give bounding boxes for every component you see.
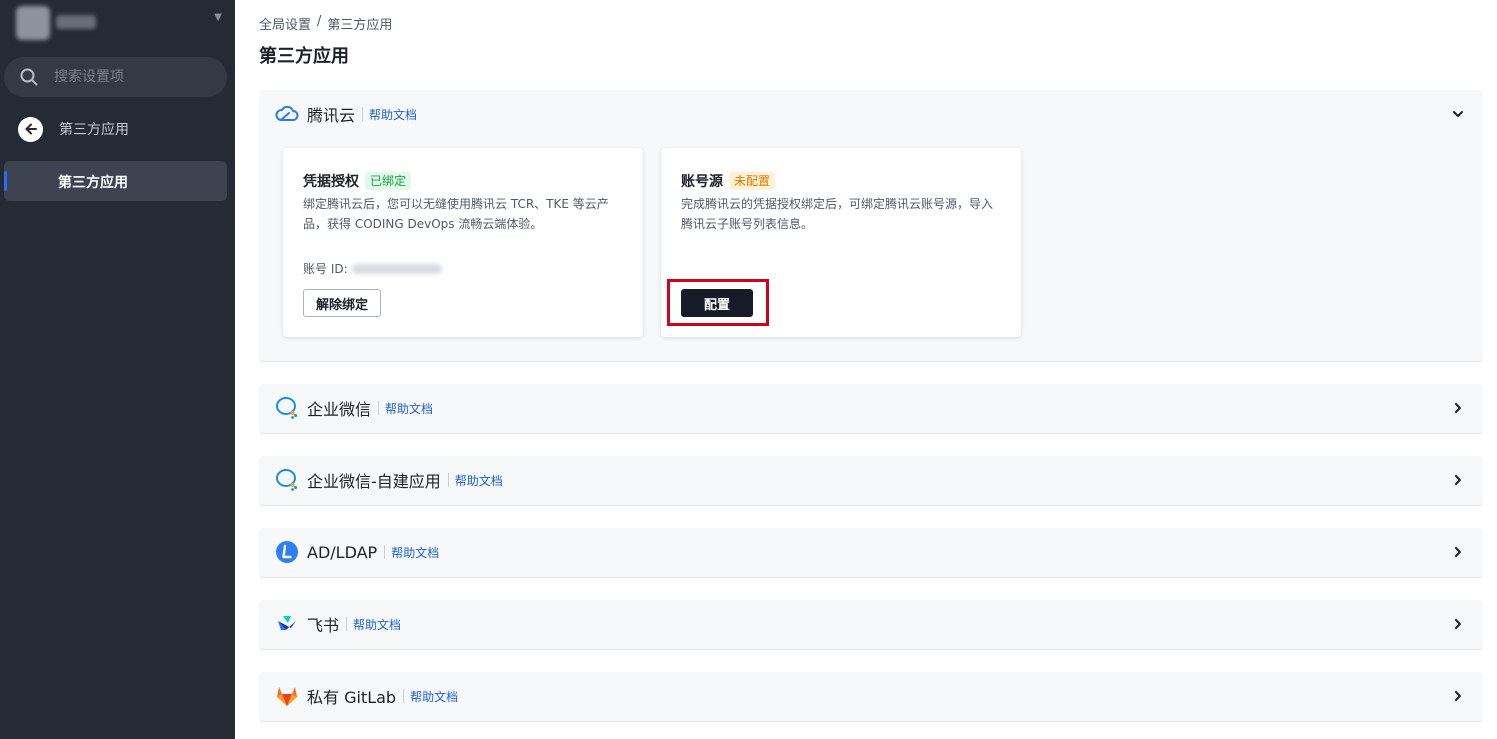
section-header[interactable]: AD/LDAP 帮助文档 bbox=[259, 528, 1483, 576]
divider bbox=[378, 401, 380, 415]
account-source-card: 账号源 未配置 完成腾讯云的凭据授权绑定后，可绑定腾讯云账号源，导入腾讯云子账号… bbox=[661, 148, 1021, 337]
sidebar-item-third-party-apps[interactable]: 第三方应用 bbox=[4, 161, 227, 201]
credential-card: 凭据授权 已绑定 绑定腾讯云后，您可以无缝使用腾讯云 TCR、TKE 等云产品，… bbox=[283, 148, 643, 337]
divider bbox=[362, 107, 364, 121]
arrow-left-icon bbox=[18, 116, 43, 142]
search-icon bbox=[20, 68, 38, 86]
section-title: 私有 GitLab bbox=[307, 688, 397, 707]
section-wecom: 企业微信 帮助文档 bbox=[259, 384, 1483, 434]
divider bbox=[447, 473, 449, 487]
section-tencent-cloud: 腾讯云 帮助文档 凭据授权 已绑定 绑定腾讯云后，您可以无缝使用腾讯云 TCR、… bbox=[259, 90, 1483, 362]
caret-down-icon: ▼ bbox=[214, 12, 222, 23]
team-switcher[interactable]: ▼ bbox=[12, 6, 222, 40]
section-title: 飞书 bbox=[307, 616, 340, 635]
help-docs-link[interactable]: 帮助文档 bbox=[410, 688, 458, 705]
section-wecom-custom: 企业微信-自建应用 帮助文档 bbox=[259, 456, 1483, 506]
chevron-right-icon[interactable] bbox=[1451, 473, 1465, 487]
section-gitlab: 私有 GitLab 帮助文档 bbox=[259, 672, 1483, 722]
unbind-button[interactable]: 解除绑定 bbox=[303, 289, 381, 317]
help-docs-link[interactable]: 帮助文档 bbox=[369, 106, 417, 123]
status-badge: 未配置 bbox=[729, 172, 776, 190]
chevron-right-icon[interactable] bbox=[1451, 617, 1465, 631]
section-title: 企业微信 bbox=[307, 400, 372, 419]
chevron-right-icon[interactable] bbox=[1451, 689, 1465, 703]
card-title: 账号源 bbox=[681, 174, 723, 190]
breadcrumb-root[interactable]: 全局设置 bbox=[259, 14, 311, 33]
card-title-row: 账号源 未配置 bbox=[681, 171, 776, 191]
back-label: 第三方应用 bbox=[59, 122, 129, 138]
account-id: 账号 ID: bbox=[303, 260, 442, 277]
configure-button[interactable]: 配置 bbox=[681, 289, 753, 317]
breadcrumb-separator: / bbox=[317, 14, 322, 29]
card-description: 完成腾讯云的凭据授权绑定后，可绑定腾讯云账号源，导入腾讯云子账号列表信息。 bbox=[681, 197, 994, 231]
status-badge: 已绑定 bbox=[365, 172, 412, 190]
divider bbox=[403, 689, 405, 703]
card-title: 凭据授权 bbox=[303, 174, 359, 190]
section-title: 企业微信-自建应用 bbox=[307, 472, 441, 491]
ldap-icon bbox=[275, 540, 299, 564]
section-title: 腾讯云 bbox=[307, 106, 356, 125]
back-button[interactable]: 第三方应用 bbox=[18, 116, 129, 142]
wecom-icon bbox=[275, 396, 299, 420]
sidebar: ▼ 第三方应用 第三方应用 bbox=[0, 0, 235, 739]
chevron-down-icon[interactable] bbox=[1451, 107, 1465, 121]
section-header[interactable]: 私有 GitLab 帮助文档 bbox=[259, 672, 1483, 720]
page-title: 第三方应用 bbox=[259, 46, 349, 67]
account-id-label: 账号 ID: bbox=[303, 262, 348, 276]
section-header[interactable]: 企业微信-自建应用 帮助文档 bbox=[259, 456, 1483, 504]
gitlab-icon bbox=[275, 684, 299, 708]
section-feishu: 飞书 帮助文档 bbox=[259, 600, 1483, 650]
help-docs-link[interactable]: 帮助文档 bbox=[385, 400, 433, 417]
sidebar-search bbox=[4, 57, 227, 97]
section-title: AD/LDAP bbox=[307, 542, 378, 562]
feishu-icon bbox=[275, 612, 299, 636]
divider bbox=[384, 545, 386, 559]
team-name bbox=[56, 15, 96, 29]
card-title-row: 凭据授权 已绑定 bbox=[303, 171, 412, 191]
help-docs-link[interactable]: 帮助文档 bbox=[353, 616, 401, 633]
chevron-right-icon[interactable] bbox=[1451, 401, 1465, 415]
account-id-value-redacted bbox=[351, 263, 442, 274]
help-docs-link[interactable]: 帮助文档 bbox=[391, 544, 439, 561]
chevron-right-icon[interactable] bbox=[1451, 545, 1465, 559]
wecom-icon bbox=[275, 468, 299, 492]
divider bbox=[346, 617, 348, 631]
breadcrumb-current: 第三方应用 bbox=[327, 18, 393, 33]
section-header[interactable]: 腾讯云 帮助文档 bbox=[259, 90, 1483, 138]
team-avatar bbox=[16, 6, 50, 40]
help-docs-link[interactable]: 帮助文档 bbox=[455, 472, 503, 489]
section-header[interactable]: 企业微信 帮助文档 bbox=[259, 384, 1483, 432]
cloud-icon bbox=[275, 102, 299, 126]
sidebar-item-label: 第三方应用 bbox=[58, 175, 128, 191]
section-ad-ldap: AD/LDAP 帮助文档 bbox=[259, 528, 1483, 578]
breadcrumb: 全局设置 / 第三方应用 bbox=[259, 14, 392, 33]
card-description: 绑定腾讯云后，您可以无缝使用腾讯云 TCR、TKE 等云产品，获得 CODING… bbox=[303, 197, 609, 231]
search-input[interactable] bbox=[54, 67, 214, 87]
section-header[interactable]: 飞书 帮助文档 bbox=[259, 600, 1483, 648]
active-indicator bbox=[4, 171, 7, 191]
